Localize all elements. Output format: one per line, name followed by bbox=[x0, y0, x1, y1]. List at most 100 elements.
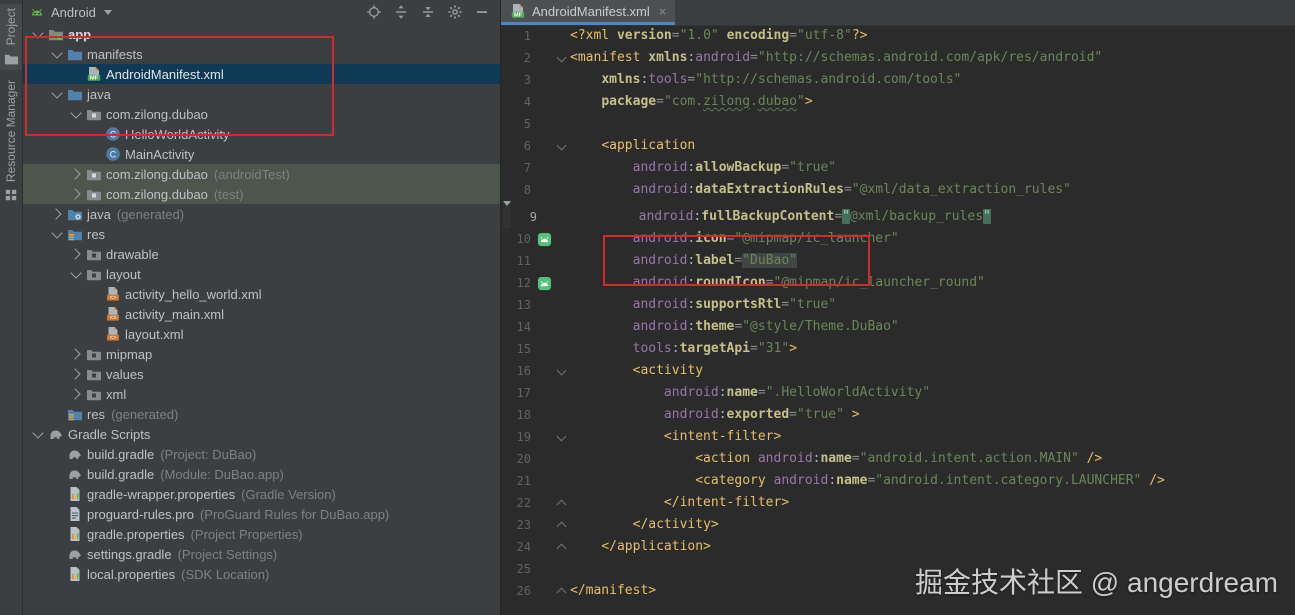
launcher-preview-icon[interactable] bbox=[536, 275, 552, 291]
chevron-right-icon[interactable] bbox=[67, 348, 85, 360]
tree-item-activity-hello-world-xml[interactable]: <> activity_hello_world.xml bbox=[23, 284, 500, 304]
tree-item-label: local.properties bbox=[87, 566, 176, 582]
fold-marker-end-icon[interactable] bbox=[555, 521, 568, 531]
code-editor[interactable]: 1 <?xml version="1.0" encoding="utf-8"?> 2… bbox=[501, 25, 1295, 615]
fold-marker-end-icon[interactable] bbox=[555, 543, 568, 553]
editor-pane: MF AndroidManifest.xml × 1 <?xml version=… bbox=[501, 0, 1295, 615]
tree-item-local-properties[interactable]: local.properties (SDK Location) bbox=[23, 564, 500, 584]
code-line-3: 3 xmlns:tools="http://schemas.android.co… bbox=[501, 69, 1295, 91]
tree-item-label: java bbox=[87, 86, 111, 102]
chevron-down-icon[interactable] bbox=[48, 86, 66, 99]
code-text: </intent-filter> bbox=[663, 495, 790, 510]
tree-item-label: res bbox=[87, 406, 106, 422]
chevron-right-icon[interactable] bbox=[67, 188, 85, 200]
fold-marker-start-icon[interactable] bbox=[555, 52, 568, 62]
line-number: 24 bbox=[516, 540, 531, 554]
settings-gear-icon[interactable] bbox=[447, 4, 463, 20]
close-icon[interactable]: × bbox=[659, 4, 667, 19]
tree-item-build-gradle[interactable]: build.gradle (Project: DuBao) bbox=[23, 444, 500, 464]
chevron-down-icon[interactable] bbox=[29, 26, 47, 39]
chevron-right-icon[interactable] bbox=[67, 248, 85, 260]
code-line-7: 7 android:allowBackup="true" bbox=[501, 157, 1295, 179]
line-number: 10 bbox=[516, 232, 531, 246]
tree-item-layout[interactable]: layout bbox=[23, 264, 500, 284]
chevron-down-icon[interactable] bbox=[67, 266, 85, 279]
code-text: <intent-filter> bbox=[663, 429, 782, 444]
chevron-down-icon bbox=[103, 9, 112, 15]
collapse-all-icon[interactable] bbox=[420, 4, 436, 20]
tree-item-java[interactable]: java (generated) bbox=[23, 204, 500, 224]
expand-all-icon[interactable] bbox=[393, 4, 409, 20]
tree-item-gradle-scripts[interactable]: Gradle Scripts bbox=[23, 424, 500, 444]
line-number: 17 bbox=[516, 386, 531, 400]
line-number: 7 bbox=[523, 161, 531, 175]
code-line-18: 18 android:exported="true" > bbox=[501, 404, 1295, 426]
tree-item-com-zilong-dubao[interactable]: com.zilong.dubao (test) bbox=[23, 184, 500, 204]
tree-item-xml[interactable]: xml bbox=[23, 384, 500, 404]
tree-item-label: layout.xml bbox=[125, 326, 184, 342]
tree-item-activity-main-xml[interactable]: <> activity_main.xml bbox=[23, 304, 500, 324]
tree-item-gradle-properties[interactable]: gradle.properties (Project Properties) bbox=[23, 524, 500, 544]
code-line-9: 9 android:fullBackupContent="@xml/backup… bbox=[503, 201, 991, 228]
gradle-icon bbox=[67, 446, 83, 462]
tree-item-mainactivity[interactable]: C MainActivity bbox=[23, 144, 500, 164]
tree-item-label: manifests bbox=[87, 46, 143, 62]
sidebar-item-resource-manager[interactable]: Resource Manager bbox=[0, 80, 22, 203]
tree-item-label: proguard-rules.pro bbox=[87, 506, 194, 522]
tree-item-helloworldactivity[interactable]: C HelloWorldActivity bbox=[23, 124, 500, 144]
tree-item-label: res bbox=[87, 226, 106, 242]
hide-panel-icon[interactable] bbox=[474, 4, 490, 20]
fold-marker-end-icon[interactable] bbox=[555, 499, 568, 509]
chevron-down-icon[interactable] bbox=[67, 106, 85, 119]
tab-androidmanifest[interactable]: MF AndroidManifest.xml × bbox=[501, 0, 676, 25]
chevron-right-icon[interactable] bbox=[67, 388, 85, 400]
chevron-right-icon[interactable] bbox=[48, 208, 66, 220]
xml-file-icon: <> bbox=[105, 286, 121, 302]
tree-item-res[interactable]: res bbox=[23, 224, 500, 244]
android-robot-icon bbox=[29, 4, 45, 20]
line-number: 23 bbox=[516, 518, 531, 532]
tree-item-label: gradle.properties bbox=[87, 526, 185, 542]
tree-item-label: com.zilong.dubao bbox=[106, 106, 208, 122]
tree-item-label: drawable bbox=[106, 246, 159, 262]
tree-item-build-gradle[interactable]: build.gradle (Module: DuBao.app) bbox=[23, 464, 500, 484]
launcher-preview-icon[interactable] bbox=[536, 231, 552, 247]
tree-item-res[interactable]: res (generated) bbox=[23, 404, 500, 424]
tree-item-drawable[interactable]: drawable bbox=[23, 244, 500, 264]
fold-marker-end-icon[interactable] bbox=[555, 587, 568, 597]
tree-item-mipmap[interactable]: mipmap bbox=[23, 344, 500, 364]
tree-item-proguard-rules-pro[interactable]: proguard-rules.pro (ProGuard Rules for Du… bbox=[23, 504, 500, 524]
properties-file-icon bbox=[67, 526, 83, 542]
tree-item-layout-xml[interactable]: <> layout.xml bbox=[23, 324, 500, 344]
line-number: 4 bbox=[523, 95, 531, 109]
tree-item-com-zilong-dubao[interactable]: com.zilong.dubao bbox=[23, 104, 500, 124]
sidebar-item-project[interactable]: Project bbox=[0, 4, 22, 71]
code-line-21: 21 <category android:name="android.inten… bbox=[501, 470, 1295, 492]
code-line-22: 22 </intent-filter> bbox=[501, 492, 1295, 514]
tree-item-annotation: (Module: DuBao.app) bbox=[160, 466, 284, 482]
chevron-right-icon[interactable] bbox=[67, 168, 85, 180]
locate-icon[interactable] bbox=[366, 4, 382, 20]
project-view-selector[interactable]: Android bbox=[29, 4, 112, 20]
tree-item-java[interactable]: java bbox=[23, 84, 500, 104]
fold-marker-start-icon[interactable] bbox=[555, 431, 568, 441]
chevron-right-icon[interactable] bbox=[67, 368, 85, 380]
tree-item-androidmanifest-xml[interactable]: MF AndroidManifest.xml bbox=[23, 64, 500, 84]
tree-item-values[interactable]: values bbox=[23, 364, 500, 384]
tree-item-annotation: (generated) bbox=[111, 406, 179, 422]
tree-item-app[interactable]: app bbox=[23, 24, 500, 44]
chevron-down-icon[interactable] bbox=[29, 426, 47, 439]
tree-item-annotation: (androidTest) bbox=[213, 166, 290, 182]
resource-manager-tab-label: Resource Manager bbox=[4, 80, 18, 183]
chevron-down-icon[interactable] bbox=[48, 226, 66, 239]
fold-marker-start-icon[interactable] bbox=[555, 365, 568, 375]
tree-item-com-zilong-dubao[interactable]: com.zilong.dubao (androidTest) bbox=[23, 164, 500, 184]
code-text: android:supportsRtl="true" bbox=[632, 297, 837, 312]
chevron-down-icon[interactable] bbox=[48, 46, 66, 59]
tree-item-manifests[interactable]: manifests bbox=[23, 44, 500, 64]
line-number: 5 bbox=[523, 117, 531, 131]
fold-marker-start-icon[interactable] bbox=[555, 140, 568, 150]
tree-item-annotation: (test) bbox=[213, 186, 244, 202]
tree-item-gradle-wrapper-properties[interactable]: gradle-wrapper.properties (Gradle Version… bbox=[23, 484, 500, 504]
tree-item-settings-gradle[interactable]: settings.gradle (Project Settings) bbox=[23, 544, 500, 564]
